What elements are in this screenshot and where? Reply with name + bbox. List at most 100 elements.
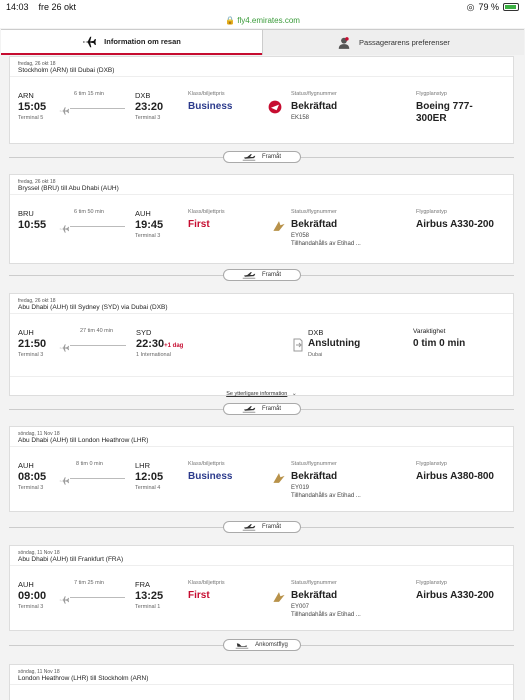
airplane-icon: [58, 473, 70, 491]
separator-pill: Framåt: [222, 151, 301, 163]
from-time: 10:55: [18, 219, 47, 231]
to-terminal: Terminal 4: [135, 485, 161, 491]
from-time: 15:05: [18, 101, 47, 113]
aircraft-type: Airbus A330-200: [416, 590, 494, 601]
flight-card: söndag, 11 Nov 18 Abu Dhabi (AUH) till F…: [9, 545, 514, 631]
address-bar[interactable]: 🔒 fly4.emirates.com: [0, 14, 525, 28]
flight-duration: 8 tim 0 min: [76, 461, 103, 467]
from-code: ARN: [18, 91, 34, 100]
separator-label: Framåt: [261, 272, 281, 278]
clock: 14:03: [6, 2, 29, 12]
to-time: 13:25: [135, 590, 164, 602]
class-value: First: [188, 590, 210, 601]
route-line: [70, 345, 126, 346]
to-code: AUH: [135, 209, 151, 218]
separator: Framåt: [9, 403, 514, 415]
separator: Framåt: [9, 521, 514, 533]
to-terminal: Terminal 3: [135, 233, 161, 239]
separator-label: Framåt: [261, 524, 281, 530]
from-code: AUH: [18, 328, 34, 337]
separator-label: Framåt: [261, 154, 281, 160]
class-value: Business: [188, 471, 233, 482]
card-header: fredag, 26 okt 18 Abu Dhabi (AUH) till S…: [10, 294, 513, 314]
connection-icon: [292, 338, 304, 357]
to-time: 22:30+1 dag: [136, 338, 184, 350]
status-label: Status/flygnummer: [291, 580, 337, 586]
separator-label: Framåt: [261, 406, 281, 412]
from-time: 08:05: [18, 471, 47, 483]
status-label: Status/flygnummer: [291, 461, 337, 467]
to-time: 19:45: [135, 219, 164, 231]
flight-card: fredag, 26 okt 18 Abu Dhabi (AUH) till S…: [9, 293, 514, 397]
flight-duration: 27 tim 40 min: [80, 328, 114, 334]
status-label: Status/flygnummer: [291, 91, 337, 97]
aircraft-label: Flygplanstyp: [416, 580, 447, 586]
more-info-link[interactable]: Se ytterligare information: [226, 391, 287, 397]
via-code: DXB: [308, 328, 324, 337]
etihad-logo: [272, 219, 286, 238]
date: fre 26 okt: [38, 2, 77, 12]
tab-bar: Information om resan Passagerarens prefe…: [1, 29, 524, 55]
tab-passenger-prefs[interactable]: Passagerarens preferenser: [262, 30, 524, 55]
operator: Tillhandahålls av Etihad ...: [291, 241, 361, 247]
airplane-icon: [83, 36, 97, 47]
status-label: Status/flygnummer: [291, 209, 337, 215]
flight-number: EY007: [291, 604, 310, 610]
aircraft-type: Airbus A330-200: [416, 219, 494, 230]
to-code: SYD: [136, 328, 152, 337]
separator-pill: Ankomstflyg: [222, 639, 301, 651]
card-header: söndag, 11 Nov 18 London Heathrow (LHR) …: [10, 665, 513, 685]
class-label: Klass/biljettpris: [188, 209, 225, 215]
status-bar: 14:03 fre 26 okt ◎ 79 %: [0, 0, 525, 14]
aircraft-label: Flygplanstyp: [416, 461, 447, 467]
duration-label: Varaktighet: [413, 328, 446, 335]
route-line: [70, 108, 125, 109]
flight-route: Bryssel (BRU) till Abu Dhabi (AUH): [18, 185, 119, 192]
tab-passenger-prefs-label: Passagerarens preferenser: [359, 38, 450, 47]
from-code: BRU: [18, 209, 34, 218]
from-terminal: Terminal 3: [18, 604, 44, 610]
flight-duration: 7 tim 25 min: [74, 580, 104, 586]
status-value: Bekräftad: [291, 101, 338, 112]
class-value: First: [188, 219, 210, 230]
to-terminal: Terminal 1: [135, 604, 161, 610]
status-value: Bekräftad: [291, 471, 338, 482]
flight-route: Stockholm (ARN) till Dubai (DXB): [18, 67, 115, 74]
airplane-icon: [58, 592, 70, 610]
battery-percent: 79 %: [478, 2, 499, 12]
from-code: AUH: [18, 580, 34, 589]
status-value: Bekräftad: [291, 219, 338, 230]
to-code: LHR: [135, 461, 151, 470]
separator-pill: Framåt: [222, 403, 301, 415]
emirates-logo: [267, 99, 283, 120]
from-terminal: Terminal 3: [18, 352, 44, 358]
from-terminal: Terminal 3: [18, 485, 44, 491]
chevron-down-icon[interactable]: ⌄: [292, 391, 297, 397]
class-label: Klass/biljettpris: [188, 461, 225, 467]
flight-route: Abu Dhabi (AUH) till London Heathrow (LH…: [18, 437, 149, 444]
from-time: 21:50: [18, 338, 47, 350]
flight-card: söndag, 11 Nov 18 London Heathrow (LHR) …: [9, 664, 514, 700]
class-label: Klass/biljettpris: [188, 580, 225, 586]
next-day-badge: +1 dag: [164, 343, 184, 349]
flight-route: Abu Dhabi (AUH) till Sydney (SYD) via Du…: [18, 304, 168, 311]
flight-number: EY019: [291, 485, 310, 491]
airplane-icon: [58, 103, 70, 121]
aircraft-label: Flygplanstyp: [416, 91, 447, 97]
card-header: fredag, 26 okt 18 Bryssel (BRU) till Abu…: [10, 175, 513, 195]
class-label: Klass/biljettpris: [188, 91, 225, 97]
aircraft-label: Flygplanstyp: [416, 209, 447, 215]
aircraft-type: Boeing 777-300ER: [416, 101, 473, 124]
tab-trip-info[interactable]: Information om resan: [1, 30, 262, 55]
passenger-icon: [338, 36, 350, 49]
status-value: Bekräftad: [291, 590, 338, 601]
separator: Framåt: [9, 269, 514, 281]
flight-route: Abu Dhabi (AUH) till Frankfurt (FRA): [18, 556, 124, 563]
separator-pill: Framåt: [222, 269, 301, 281]
battery-icon: [503, 3, 519, 11]
takeoff-icon: [242, 406, 256, 413]
route-line: [70, 597, 125, 598]
landing-icon: [235, 643, 249, 649]
flight-card: fredag, 26 okt 18 Bryssel (BRU) till Abu…: [9, 174, 514, 264]
to-time: 12:05: [135, 471, 164, 483]
